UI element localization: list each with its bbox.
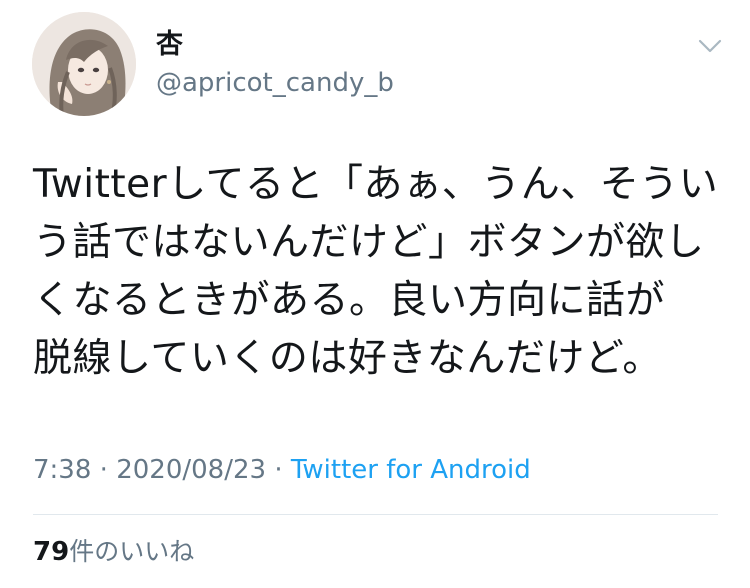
tweet-text-line: Twitterしてると「あぁ、うん、そうい — [33, 162, 719, 207]
author-handle[interactable]: @apricot_candy_b — [156, 66, 394, 100]
divider — [33, 514, 718, 515]
avatar-illustration — [32, 12, 136, 116]
meta-separator: · — [274, 455, 283, 485]
chevron-down-icon[interactable] — [694, 30, 726, 62]
tweet-source-link[interactable]: Twitter for Android — [291, 455, 531, 485]
tweet-time: 7:38 — [33, 455, 92, 485]
tweet-date: 2020/08/23 — [116, 455, 267, 485]
tweet-text-line: う話ではないんだけど」ボタンが欲し — [33, 220, 705, 265]
likes-count: 79 — [33, 537, 70, 567]
author-display-name[interactable]: 杏 — [156, 28, 183, 62]
meta-separator: · — [99, 455, 108, 485]
tweet-text-line: くなるときがある。良い方向に話が — [33, 278, 666, 323]
likes-summary[interactable]: 79件のいいね — [33, 534, 194, 570]
tweet-text: Twitterしてると「あぁ、うん、そうい う話ではないんだけど」ボタンが欲し … — [33, 156, 723, 388]
tweet-meta: 7:38 · 2020/08/23 · Twitter for Android — [33, 452, 531, 488]
tweet-text-line: 脱線していくのは好きなんだけど。 — [33, 336, 662, 381]
likes-label: 件のいいね — [69, 537, 195, 566]
avatar[interactable] — [32, 12, 136, 116]
